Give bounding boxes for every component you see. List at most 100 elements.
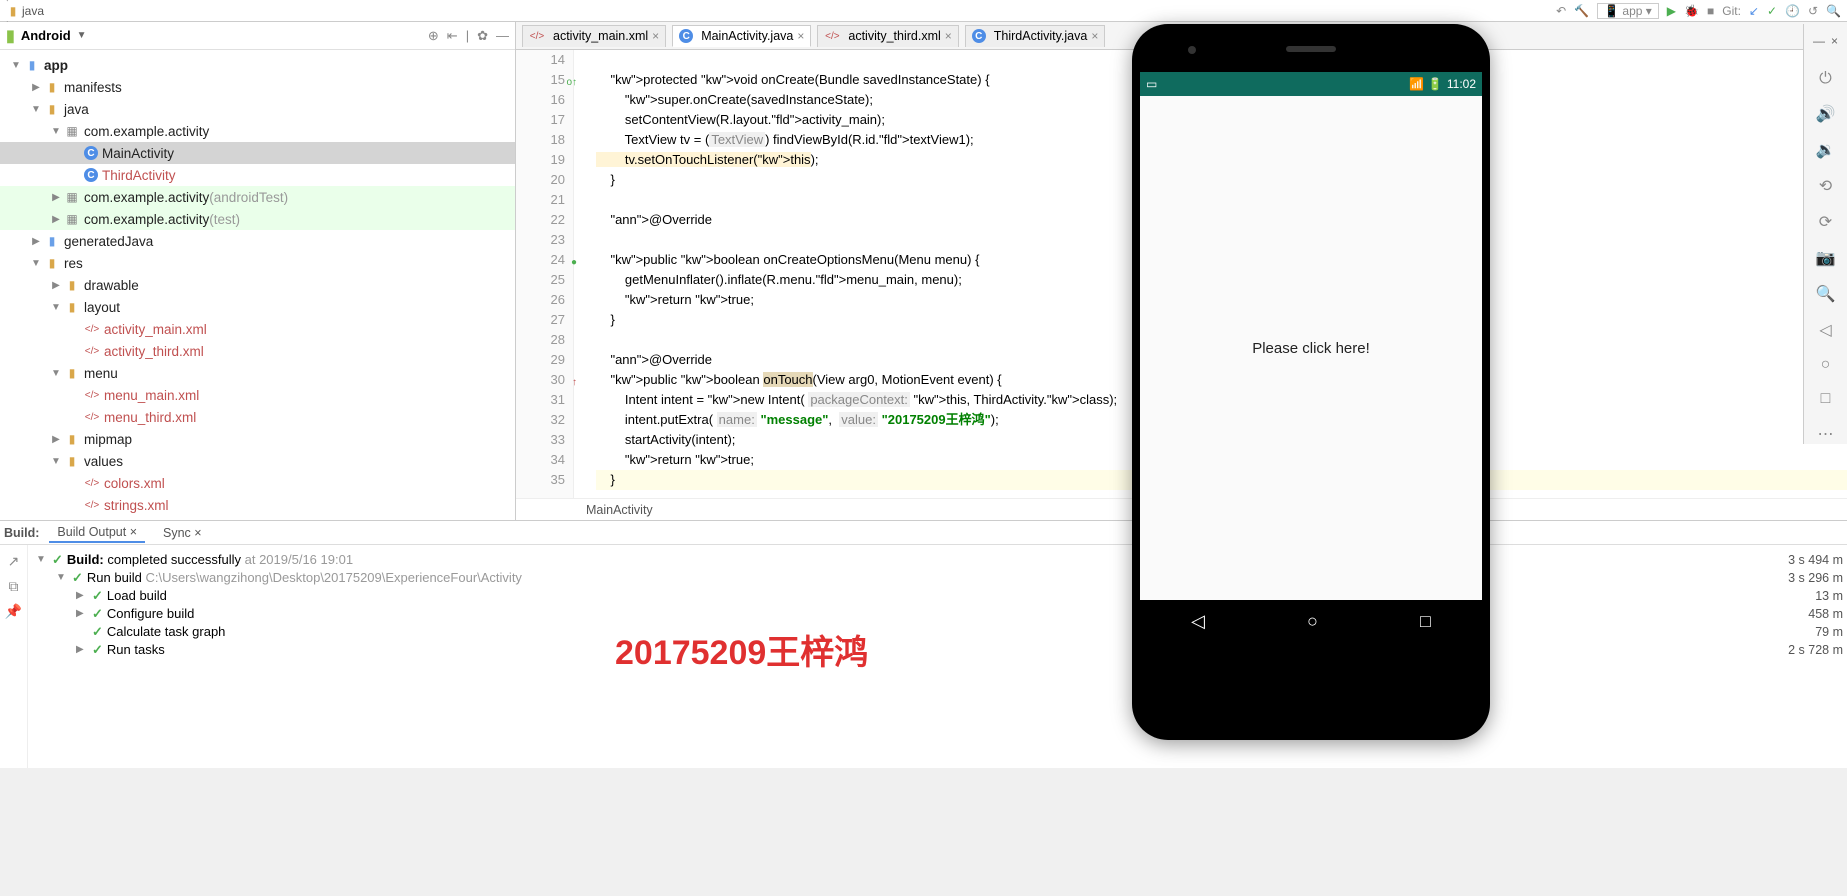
tree-node[interactable]: </>menu_main.xml (0, 384, 515, 406)
power-icon[interactable]: ⏻ (1819, 70, 1832, 88)
status-bar: ▭ 📶 🔋 11:02 (1140, 72, 1482, 96)
debug-icon[interactable]: 🐞 (1684, 4, 1699, 18)
editor-tab[interactable]: </>activity_main.xml× (522, 25, 666, 47)
tree-node[interactable]: ▼▮menu (0, 362, 515, 384)
build-row[interactable]: ✓Calculate task graph (36, 623, 1749, 641)
close-icon[interactable]: × (945, 29, 952, 43)
close-icon[interactable]: × (1831, 34, 1838, 48)
tab-sync[interactable]: Sync × (155, 524, 210, 542)
rerun-icon[interactable]: ↗ (8, 553, 20, 570)
cls-icon: C (679, 29, 693, 43)
tree-node[interactable]: ▼▮res (0, 252, 515, 274)
close-icon[interactable]: × (1091, 29, 1098, 43)
pin-icon[interactable]: 📌 (5, 603, 22, 620)
back-button[interactable]: ◁ (1191, 611, 1205, 632)
folder-icon: ▮ (44, 101, 60, 117)
vcs-revert-icon[interactable]: ↺ (1808, 4, 1818, 18)
res-icon: ▮ (44, 255, 60, 271)
tree-node[interactable]: </>activity_main.xml (0, 318, 515, 340)
check-icon: ✓ (52, 551, 63, 569)
tree-node[interactable]: CMainActivity (0, 142, 515, 164)
clock: 11:02 (1447, 77, 1476, 91)
project-tree[interactable]: ▼▮app▶▮manifests▼▮java▼▦com.example.acti… (0, 50, 515, 520)
settings-icon[interactable]: ✿ (477, 28, 488, 44)
rotate-left-icon[interactable]: ⟲ (1819, 176, 1832, 196)
watermark-text: 20175209王梓鸿 (615, 625, 868, 674)
tree-node[interactable]: ▼▦com.example.activity (0, 120, 515, 142)
editor-tab[interactable]: CMainActivity.java× (672, 25, 811, 47)
back-icon[interactable]: ◁ (1819, 320, 1831, 340)
pkg-icon: ▦ (64, 189, 80, 205)
pkg-icon: ▦ (64, 123, 80, 139)
xml-icon: </> (824, 28, 840, 44)
vcs-history-icon[interactable]: 🕘 (1785, 4, 1800, 18)
editor-tab[interactable]: </>activity_third.xml× (817, 25, 958, 47)
chevron-down-icon[interactable]: ▼ (77, 30, 87, 41)
tree-node[interactable]: ▼▮app (0, 54, 515, 76)
close-icon[interactable]: × (797, 29, 804, 43)
build-row[interactable]: ▶✓Run tasks (36, 641, 1749, 659)
hide-icon[interactable]: — (496, 28, 509, 44)
volume-down-icon[interactable]: 🔉 (1816, 140, 1836, 160)
tree-node[interactable]: </>activity_third.xml (0, 340, 515, 362)
vcs-update-icon[interactable]: ↙ (1749, 4, 1759, 18)
build-hammer-icon[interactable]: 🔨 (1574, 4, 1589, 18)
build-times: 3 s 494 m3 s 296 m13 m458 m79 m2 s 728 m (1757, 545, 1847, 768)
camera-icon[interactable]: 📷 (1816, 248, 1836, 268)
build-row[interactable]: ▼✓Build: completed successfully at 2019/… (36, 551, 1749, 569)
folder-icon: ▮ (64, 277, 80, 293)
tree-node[interactable]: </>menu_third.xml (0, 406, 515, 428)
tree-node[interactable]: </>colors.xml (0, 472, 515, 494)
overview-icon[interactable]: □ (1821, 390, 1831, 408)
stop-icon[interactable]: ■ (1707, 4, 1714, 18)
vcs-commit-icon[interactable]: ✓ (1767, 4, 1777, 18)
project-view-select[interactable]: Android (21, 28, 71, 43)
tree-node[interactable]: ▼▮java (0, 98, 515, 120)
build-row[interactable]: ▶✓Configure build (36, 605, 1749, 623)
home-button[interactable]: ○ (1307, 611, 1318, 632)
toggle-view-icon[interactable]: ⧉ (9, 578, 19, 595)
folder-icon: ▮ (64, 365, 80, 381)
tree-node[interactable]: ▼▮layout (0, 296, 515, 318)
tree-node[interactable]: ▶▮drawable (0, 274, 515, 296)
volume-up-icon[interactable]: 🔊 (1816, 104, 1836, 124)
build-row[interactable]: ▼✓Run build C:\Users\wangzihong\Desktop\… (36, 569, 1749, 587)
nav-back-icon[interactable]: ↶ (1556, 4, 1566, 18)
tree-node[interactable]: ▼▮values (0, 450, 515, 472)
minimize-icon[interactable]: — (1813, 34, 1825, 48)
project-header: ▮ Android ▼ ⊕ ⇤ | ✿ — (0, 22, 515, 50)
run-config-select[interactable]: 📱 app ▾ (1597, 3, 1659, 19)
tree-node[interactable]: CThirdActivity (0, 164, 515, 186)
tree-node[interactable]: ▶▮manifests (0, 76, 515, 98)
more-icon[interactable]: ⋯ (1818, 424, 1834, 444)
search-icon[interactable]: 🔍 (1826, 4, 1841, 18)
mod-icon: ▮ (24, 57, 40, 73)
tree-node[interactable]: ▶▮generatedJava (0, 230, 515, 252)
tree-node[interactable]: ▶▦com.example.activity (androidTest) (0, 186, 515, 208)
device-screen[interactable]: ▭ 📶 🔋 11:02 Please click here! ◁ ○ □ (1140, 72, 1482, 642)
build-output-tree[interactable]: ▼✓Build: completed successfully at 2019/… (28, 545, 1757, 768)
tree-node[interactable]: ▶▮mipmap (0, 428, 515, 450)
tree-node[interactable]: </>strings.xml (0, 494, 515, 516)
xml-icon: </> (84, 497, 100, 513)
rotate-right-icon[interactable]: ⟳ (1819, 212, 1832, 232)
collapse-all-icon[interactable]: ⇤ (447, 28, 458, 44)
tree-node[interactable]: ▶▦com.example.activity (test) (0, 208, 515, 230)
app-text[interactable]: Please click here! (1140, 96, 1482, 600)
zoom-icon[interactable]: 🔍 (1816, 284, 1836, 304)
close-icon[interactable]: × (652, 29, 659, 43)
xml-icon: </> (529, 28, 545, 44)
scroll-from-source-icon[interactable]: ⊕ (428, 28, 439, 44)
signal-icon: 📶 (1409, 77, 1424, 91)
build-time: 2 s 728 m (1761, 641, 1843, 659)
tab-build-output[interactable]: Build Output × (49, 523, 145, 543)
home-icon[interactable]: ○ (1821, 356, 1831, 374)
navigation-breadcrumb: ▮Activity〉▮app〉▮src〉▮main〉▮java〉▮com〉▮ex… (0, 0, 1847, 22)
build-row[interactable]: ▶✓Load build (36, 587, 1749, 605)
recents-button[interactable]: □ (1420, 611, 1431, 632)
breadcrumb-item[interactable]: ▮java (6, 4, 86, 18)
run-icon[interactable]: ▶ (1667, 4, 1676, 18)
xml-icon: </> (84, 475, 100, 491)
editor-gutter[interactable]: 1415o↑161718192021222324●252627282930↑31… (516, 50, 574, 498)
editor-tab[interactable]: CThirdActivity.java× (965, 25, 1106, 47)
